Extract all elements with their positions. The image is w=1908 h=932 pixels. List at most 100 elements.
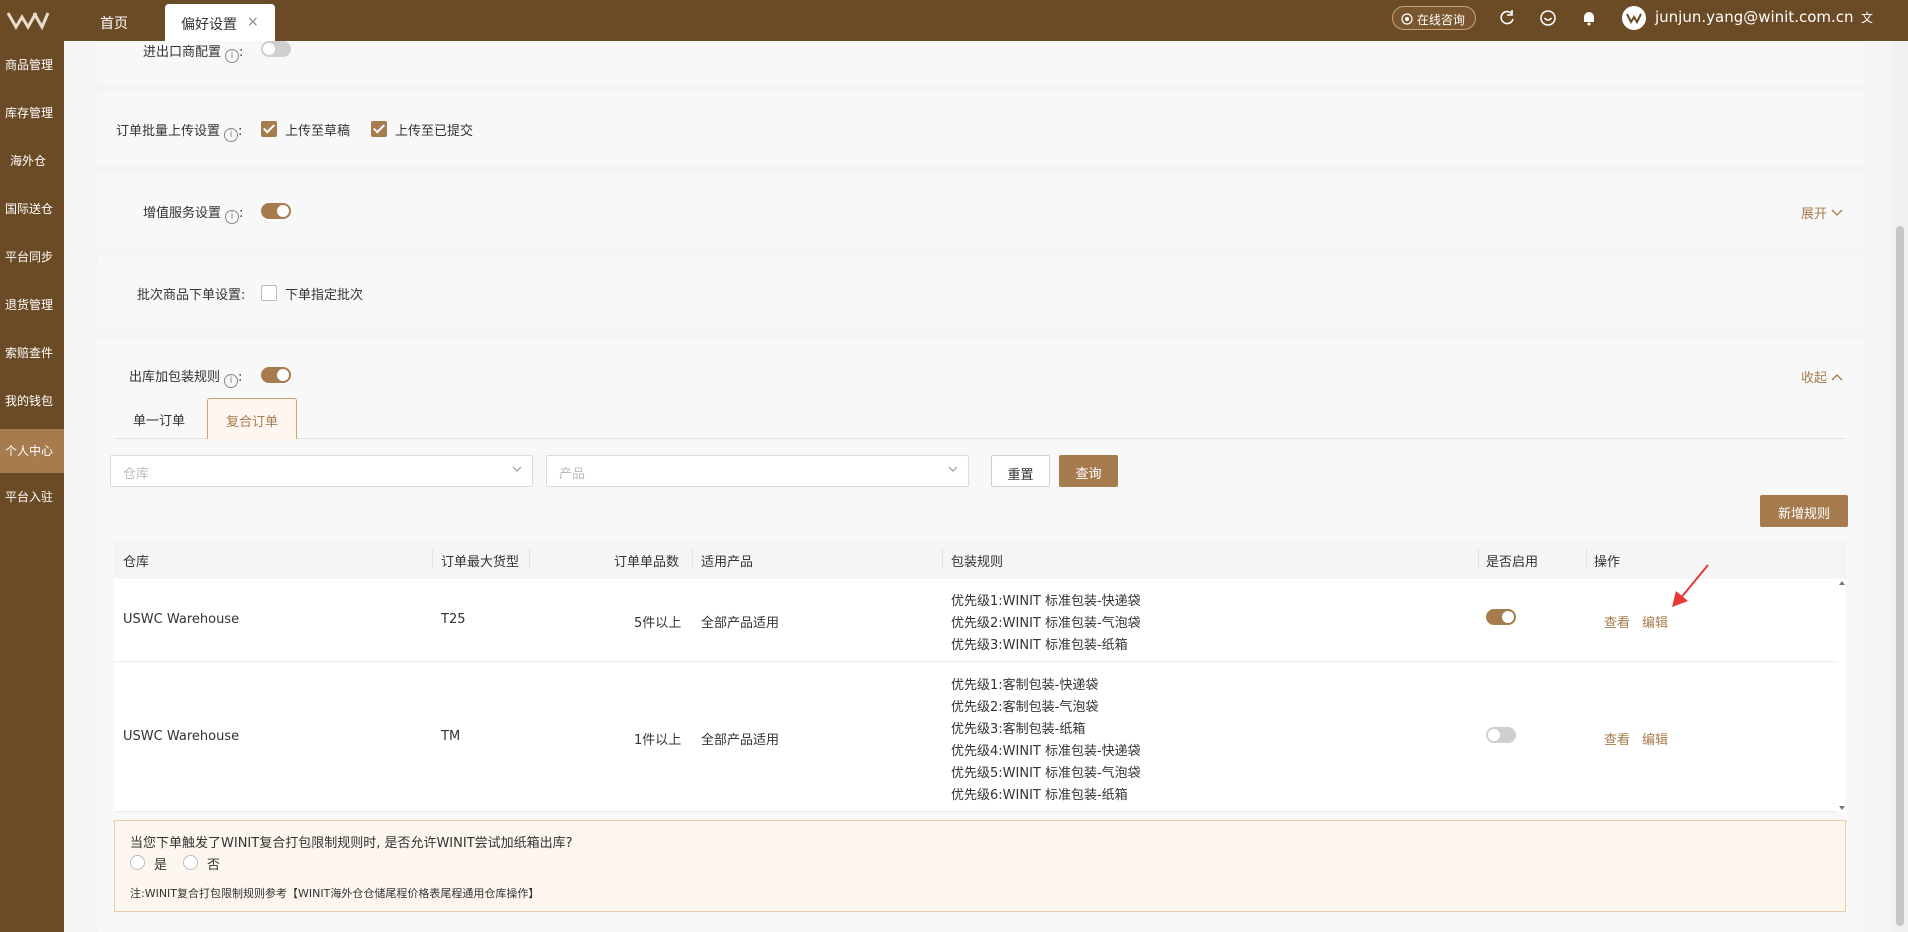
- packaging-rules-label: 出库加包装规则 i:: [129, 370, 243, 388]
- tab-preferences-label: 偏好设置: [181, 17, 237, 33]
- cell-warehouse: USWC Warehouse: [123, 729, 240, 744]
- bell-icon[interactable]: [1580, 9, 1598, 27]
- avatar[interactable]: [1622, 6, 1646, 30]
- refresh-icon[interactable]: [1498, 9, 1516, 27]
- notice-note[interactable]: 注:WINIT复合打包限制规则参考【WINIT海外仓仓储尾程价格表尾程通用仓库操…: [130, 885, 539, 901]
- sidebar-item-wallet[interactable]: 我的钱包: [0, 381, 64, 421]
- rule-line: 优先级2:客制包装-气泡袋: [951, 700, 1099, 715]
- expand-button[interactable]: 展开: [1801, 203, 1843, 222]
- upload-submitted-label: 上传至已提交: [395, 124, 474, 139]
- cell-product: 全部产品适用: [701, 616, 780, 631]
- page-scrollbar[interactable]: [1892, 41, 1908, 932]
- compound-pack-notice: 当您下单触发了WINIT复合打包限制规则时, 是否允许WINIT尝试加纸箱出库?…: [114, 820, 1846, 912]
- chevron-down-icon: [1831, 209, 1843, 216]
- tab-preferences[interactable]: 偏好设置 ×: [165, 4, 275, 41]
- table-header: 仓库 订单最大货型 订单单品数 适用产品 包装规则 是否启用 操作: [114, 539, 1846, 579]
- user-email[interactable]: junjun.yang@winit.com.cn: [1655, 8, 1854, 26]
- reset-button[interactable]: 重置: [991, 455, 1050, 487]
- importer-config-label: 进出口商配置 i:: [143, 45, 244, 63]
- cell-max-type: TM: [441, 729, 461, 744]
- winit-logo[interactable]: [6, 10, 50, 30]
- user-logo-icon: [1626, 13, 1642, 25]
- table-row: USWC Warehouse TM 1件以上 全部产品适用 优先级1:客制包装-…: [114, 663, 1838, 812]
- batch-upload-card: 订单批量上传设置 i: 上传至草稿 上传至已提交: [97, 92, 1865, 165]
- notice-question: 当您下单触发了WINIT复合打包限制规则时, 是否允许WINIT尝试加纸箱出库?: [130, 836, 573, 851]
- sidebar-item-returns[interactable]: 退货管理: [0, 285, 64, 325]
- tab-compound-order[interactable]: 复合订单: [207, 398, 297, 439]
- batch-goods-card: 批次商品下单设置: 下单指定批次: [97, 256, 1865, 329]
- col-max-type: 订单最大货型: [441, 555, 520, 570]
- edit-link[interactable]: 编辑: [1642, 612, 1668, 631]
- upload-draft-checkbox[interactable]: [261, 121, 277, 137]
- cell-product: 全部产品适用: [701, 733, 780, 748]
- warehouse-select[interactable]: 仓库: [110, 455, 533, 487]
- headset-icon: [1401, 13, 1413, 25]
- table-scrollbar[interactable]: [1838, 579, 1846, 812]
- tab-single-order[interactable]: 单一订单: [114, 398, 204, 438]
- importer-config-toggle[interactable]: [261, 41, 291, 57]
- radio-no[interactable]: [183, 855, 198, 870]
- collapse-button[interactable]: 收起: [1801, 367, 1843, 386]
- sidebar-item-inventory[interactable]: 库存管理: [0, 93, 64, 133]
- info-icon[interactable]: i: [224, 128, 239, 142]
- col-actions: 操作: [1594, 555, 1621, 570]
- product-select[interactable]: 产品: [546, 455, 969, 487]
- importer-config-card: 进出口商配置 i:: [97, 41, 1865, 84]
- sidebar-item-international[interactable]: 国际送仓: [0, 189, 64, 229]
- sidebar-item-overseas-warehouse[interactable]: 海外仓: [0, 141, 64, 181]
- sidebar-item-personal-center[interactable]: 个人中心: [0, 429, 64, 473]
- red-arrow-annotation: [1672, 564, 1709, 607]
- svg-text:文: 文: [1861, 10, 1873, 25]
- edit-link[interactable]: 编辑: [1642, 729, 1668, 748]
- specify-batch-checkbox[interactable]: [261, 285, 277, 301]
- rule-line: 优先级1:WINIT 标准包装-快递袋: [951, 594, 1141, 609]
- chevron-down-icon: [948, 466, 958, 472]
- rule-line: 优先级3:WINIT 标准包装-纸箱: [951, 638, 1128, 653]
- online-consult-label: 在线咨询: [1416, 13, 1465, 27]
- online-consult-button[interactable]: 在线咨询: [1392, 6, 1476, 30]
- sidebar: 商品管理 库存管理 海外仓 国际送仓 平台同步 退货管理 索赔查件 我的钱包 个…: [0, 41, 64, 932]
- info-icon[interactable]: i: [225, 49, 240, 63]
- sidebar-item-platform-sync[interactable]: 平台同步: [0, 237, 64, 277]
- radio-no-label: 否: [207, 858, 221, 873]
- col-warehouse: 仓库: [123, 555, 150, 570]
- cell-qty: 5件以上: [634, 616, 682, 631]
- upload-submitted-checkbox[interactable]: [371, 121, 387, 137]
- chevron-down-icon: [512, 466, 522, 472]
- rule-enabled-toggle[interactable]: [1486, 609, 1516, 625]
- top-bar: 首页 偏好设置 × 在线咨询 junjun.yang@winit.com.cn …: [0, 0, 1908, 41]
- rule-line: 优先级4:WINIT 标准包装-快递袋: [951, 744, 1141, 759]
- rule-line: 优先级6:WINIT 标准包装-纸箱: [951, 788, 1128, 803]
- close-tab-icon[interactable]: ×: [247, 14, 259, 30]
- subtab-divider: [114, 438, 1846, 439]
- sidebar-item-goods[interactable]: 商品管理: [0, 45, 64, 85]
- batch-upload-label: 订单批量上传设置 i:: [116, 124, 243, 142]
- translate-icon[interactable]: 文: [1860, 9, 1878, 27]
- tab-home[interactable]: 首页: [100, 13, 128, 33]
- sidebar-item-claims[interactable]: 索赔查件: [0, 333, 64, 373]
- value-added-label: 增值服务设置 i:: [143, 206, 244, 224]
- info-icon[interactable]: i: [225, 210, 240, 224]
- page-scrollbar-thumb[interactable]: [1896, 226, 1904, 926]
- radio-yes[interactable]: [130, 855, 145, 870]
- batch-goods-label: 批次商品下单设置:: [137, 288, 246, 303]
- chevron-up-icon: [1831, 374, 1843, 381]
- rule-enabled-toggle[interactable]: [1486, 727, 1516, 743]
- col-qty: 订单单品数: [614, 555, 680, 570]
- packaging-rules-toggle[interactable]: [261, 367, 291, 383]
- cell-qty: 1件以上: [634, 733, 682, 748]
- cell-max-type: T25: [441, 612, 466, 627]
- view-link[interactable]: 查看: [1604, 612, 1630, 631]
- feedback-icon[interactable]: [1539, 9, 1557, 27]
- value-added-card: 增值服务设置 i: 展开: [97, 174, 1865, 247]
- view-link[interactable]: 查看: [1604, 729, 1630, 748]
- info-icon[interactable]: i: [224, 374, 239, 388]
- query-button[interactable]: 查询: [1059, 455, 1118, 487]
- sidebar-item-platform-join[interactable]: 平台入驻: [0, 477, 64, 517]
- add-rule-button[interactable]: 新增规则: [1760, 495, 1848, 527]
- rule-line: 优先级2:WINIT 标准包装-气泡袋: [951, 616, 1141, 631]
- rule-line: 优先级1:客制包装-快递袋: [951, 678, 1099, 693]
- value-added-toggle[interactable]: [261, 203, 291, 219]
- specify-batch-label: 下单指定批次: [285, 288, 364, 303]
- col-product: 适用产品: [701, 555, 754, 570]
